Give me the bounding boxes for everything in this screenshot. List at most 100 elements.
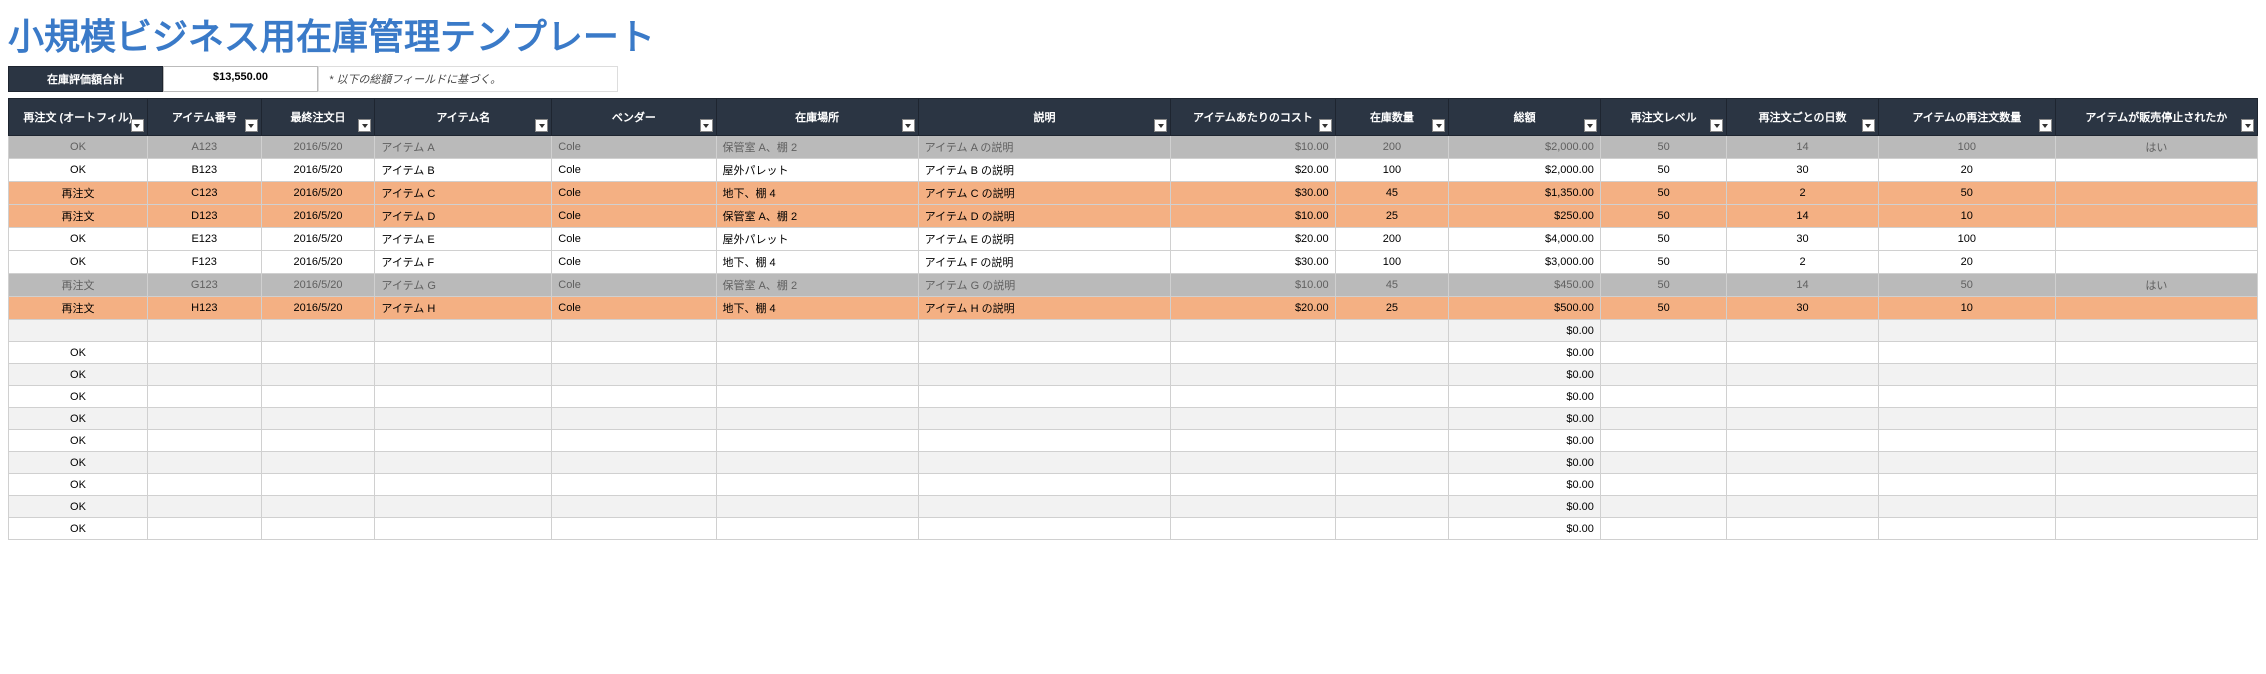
table-cell[interactable]: OK: [9, 386, 148, 408]
table-cell[interactable]: [552, 518, 716, 540]
table-cell[interactable]: [716, 364, 918, 386]
table-cell[interactable]: $10.00: [1171, 136, 1335, 159]
table-cell[interactable]: Cole: [552, 274, 716, 297]
table-cell[interactable]: OK: [9, 228, 148, 251]
table-cell[interactable]: アイテム G: [375, 274, 552, 297]
table-cell[interactable]: [918, 452, 1171, 474]
table-cell[interactable]: アイテム F の説明: [918, 251, 1171, 274]
table-cell[interactable]: 2016/5/20: [261, 297, 375, 320]
table-cell[interactable]: [2055, 452, 2257, 474]
table-cell[interactable]: [2055, 364, 2257, 386]
table-cell[interactable]: [1335, 518, 1449, 540]
table-cell[interactable]: [716, 342, 918, 364]
table-cell[interactable]: [1600, 342, 1726, 364]
table-cell[interactable]: アイテム H の説明: [918, 297, 1171, 320]
table-cell[interactable]: [2055, 205, 2257, 228]
table-cell[interactable]: [1878, 496, 2055, 518]
table-row[interactable]: $0.00: [9, 320, 2258, 342]
table-cell[interactable]: はい: [2055, 274, 2257, 297]
column-header[interactable]: ベンダー: [552, 99, 716, 136]
table-cell[interactable]: アイテム D の説明: [918, 205, 1171, 228]
table-row[interactable]: OK$0.00: [9, 496, 2258, 518]
filter-dropdown-icon[interactable]: [1584, 119, 1597, 132]
table-cell[interactable]: 100: [1335, 251, 1449, 274]
table-cell[interactable]: [1171, 364, 1335, 386]
table-cell[interactable]: $450.00: [1449, 274, 1601, 297]
table-cell[interactable]: $0.00: [1449, 364, 1601, 386]
table-cell[interactable]: [1335, 408, 1449, 430]
table-cell[interactable]: [147, 408, 261, 430]
table-cell[interactable]: [1878, 430, 2055, 452]
table-row[interactable]: OK$0.00: [9, 386, 2258, 408]
table-cell[interactable]: 2: [1727, 182, 1879, 205]
table-cell[interactable]: H123: [147, 297, 261, 320]
table-cell[interactable]: [375, 474, 552, 496]
filter-dropdown-icon[interactable]: [902, 119, 915, 132]
table-cell[interactable]: アイテム B: [375, 159, 552, 182]
table-cell[interactable]: 2016/5/20: [261, 182, 375, 205]
table-cell[interactable]: 再注文: [9, 205, 148, 228]
table-cell[interactable]: [1171, 408, 1335, 430]
table-cell[interactable]: 50: [1600, 182, 1726, 205]
table-cell[interactable]: 2016/5/20: [261, 251, 375, 274]
table-cell[interactable]: 保管室 A、棚 2: [716, 274, 918, 297]
table-row[interactable]: OKF1232016/5/20アイテム FCole地下、棚 4アイテム F の説…: [9, 251, 2258, 274]
table-cell[interactable]: 25: [1335, 205, 1449, 228]
table-cell[interactable]: [1727, 496, 1879, 518]
table-cell[interactable]: [1171, 452, 1335, 474]
table-cell[interactable]: [147, 474, 261, 496]
table-cell[interactable]: OK: [9, 518, 148, 540]
table-cell[interactable]: [552, 408, 716, 430]
filter-dropdown-icon[interactable]: [1862, 119, 1875, 132]
table-cell[interactable]: [147, 364, 261, 386]
table-cell[interactable]: D123: [147, 205, 261, 228]
table-cell[interactable]: 14: [1727, 136, 1879, 159]
table-cell[interactable]: E123: [147, 228, 261, 251]
table-cell[interactable]: [2055, 430, 2257, 452]
column-header[interactable]: 再注文レベル: [1600, 99, 1726, 136]
table-cell[interactable]: アイテム G の説明: [918, 274, 1171, 297]
table-cell[interactable]: $20.00: [1171, 159, 1335, 182]
table-cell[interactable]: [1878, 474, 2055, 496]
table-cell[interactable]: B123: [147, 159, 261, 182]
table-cell[interactable]: [375, 452, 552, 474]
table-cell[interactable]: [1171, 474, 1335, 496]
table-cell[interactable]: Cole: [552, 182, 716, 205]
table-cell[interactable]: [147, 430, 261, 452]
filter-dropdown-icon[interactable]: [700, 119, 713, 132]
table-cell[interactable]: [918, 408, 1171, 430]
table-cell[interactable]: OK: [9, 430, 148, 452]
table-cell[interactable]: [1727, 386, 1879, 408]
table-row[interactable]: OK$0.00: [9, 430, 2258, 452]
table-cell[interactable]: [918, 386, 1171, 408]
table-cell[interactable]: [1335, 342, 1449, 364]
table-cell[interactable]: 30: [1727, 297, 1879, 320]
table-cell[interactable]: 50: [1878, 182, 2055, 205]
table-cell[interactable]: [375, 364, 552, 386]
filter-dropdown-icon[interactable]: [1319, 119, 1332, 132]
table-cell[interactable]: A123: [147, 136, 261, 159]
table-cell[interactable]: 100: [1878, 136, 2055, 159]
table-cell[interactable]: [1335, 430, 1449, 452]
table-cell[interactable]: アイテム C の説明: [918, 182, 1171, 205]
table-cell[interactable]: [1878, 320, 2055, 342]
filter-dropdown-icon[interactable]: [245, 119, 258, 132]
column-header[interactable]: 再注文 (オートフィル): [9, 99, 148, 136]
table-cell[interactable]: アイテム C: [375, 182, 552, 205]
table-row[interactable]: 再注文C1232016/5/20アイテム CCole地下、棚 4アイテム C の…: [9, 182, 2258, 205]
table-cell[interactable]: [147, 320, 261, 342]
table-cell[interactable]: アイテム A: [375, 136, 552, 159]
table-cell[interactable]: [716, 386, 918, 408]
table-cell[interactable]: 50: [1600, 136, 1726, 159]
column-header[interactable]: アイテムが販売停止されたか: [2055, 99, 2257, 136]
filter-dropdown-icon[interactable]: [535, 119, 548, 132]
table-cell[interactable]: 45: [1335, 182, 1449, 205]
table-cell[interactable]: $0.00: [1449, 518, 1601, 540]
table-cell[interactable]: [1727, 342, 1879, 364]
table-cell[interactable]: はい: [2055, 136, 2257, 159]
column-header[interactable]: 最終注文日: [261, 99, 375, 136]
table-cell[interactable]: [261, 320, 375, 342]
table-cell[interactable]: $10.00: [1171, 205, 1335, 228]
table-cell[interactable]: [375, 386, 552, 408]
table-cell[interactable]: [716, 452, 918, 474]
